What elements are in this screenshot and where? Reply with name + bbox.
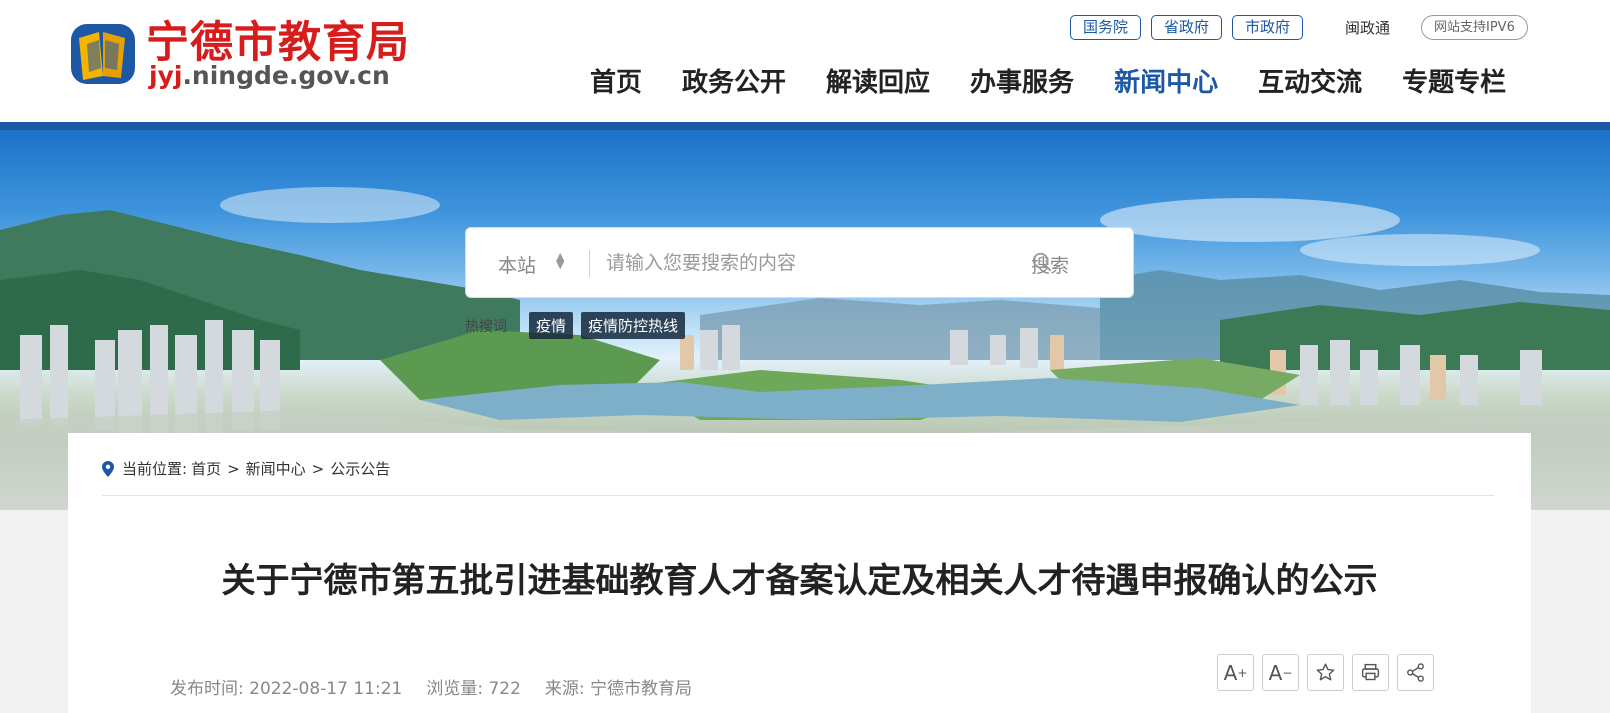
article-card: 当前位置: 首页 > 新闻中心 > 公示公告 关于宁德市第五批引进基础教育人才备…	[68, 433, 1531, 713]
nav-news-center[interactable]: 新闻中心	[1114, 62, 1218, 99]
share-icon[interactable]	[1397, 654, 1434, 691]
breadcrumb-divider	[102, 495, 1494, 496]
main-nav: 首页 政务公开 解读回应 办事服务 新闻中心 互动交流 专题专栏	[590, 62, 1506, 99]
print-icon[interactable]	[1352, 654, 1389, 691]
hot-search-label: 热搜词	[465, 318, 507, 335]
nav-interaction[interactable]: 互动交流	[1258, 62, 1362, 99]
nav-special-topics[interactable]: 专题专栏	[1402, 62, 1506, 99]
search-icon	[1032, 252, 1052, 272]
breadcrumb-home[interactable]: 首页	[191, 458, 221, 479]
breadcrumb-news-center[interactable]: 新闻中心	[246, 458, 306, 479]
font-increase-icon[interactable]: A +	[1217, 654, 1254, 691]
search-button[interactable]: 搜索	[1031, 251, 1069, 278]
site-header: 宁德市教育局 jyj.ningde.gov.cn 国务院 省政府 市政府 闽政通…	[0, 0, 1610, 122]
logo-icon[interactable]	[69, 18, 139, 88]
link-city-gov[interactable]: 市政府	[1232, 15, 1304, 40]
location-pin-icon	[102, 460, 114, 477]
star-icon[interactable]	[1307, 654, 1344, 691]
breadcrumb-prefix: 当前位置:	[122, 460, 188, 478]
article-title: 关于宁德市第五批引进基础教育人才备案认定及相关人才待遇申报确认的公示	[221, 561, 1378, 601]
article-meta: 发布时间: 2022-08-17 11:21 浏览量: 722 来源: 宁德市教…	[170, 674, 692, 699]
search-input[interactable]	[606, 246, 986, 280]
breadcrumb: 当前位置: 首页 > 新闻中心 > 公示公告	[102, 458, 390, 479]
link-mzt[interactable]: 闽政通	[1345, 17, 1390, 38]
font-decrease-icon[interactable]: A −	[1262, 654, 1299, 691]
gov-links: 国务院 省政府 市政府	[1070, 15, 1304, 40]
nav-services[interactable]: 办事服务	[970, 62, 1074, 99]
nav-interpretation[interactable]: 解读回应	[826, 62, 930, 99]
site-domain: jyj.ningde.gov.cn	[149, 61, 390, 90]
nav-gov-affairs[interactable]: 政务公开	[682, 62, 786, 99]
breadcrumb-separator: >	[311, 459, 325, 478]
hot-tag-epidemic[interactable]: 疫情	[529, 312, 574, 339]
chevron-updown-icon[interactable]: ▲ ▼	[556, 251, 564, 270]
nav-home[interactable]: 首页	[590, 62, 642, 99]
search-box: 本站 ▲▼ 搜索	[465, 227, 1134, 298]
ipv6-badge: 网站支持IPV6	[1421, 15, 1528, 40]
hot-tag-hotline[interactable]: 疫情防控热线	[581, 312, 686, 339]
link-state-council[interactable]: 国务院	[1070, 15, 1142, 40]
article-source: 来源: 宁德市教育局	[544, 679, 693, 699]
hot-search: 热搜词 疫情 疫情防控热线	[465, 312, 686, 339]
publish-time: 发布时间: 2022-08-17 11:21	[170, 679, 403, 699]
search-scope-select[interactable]: 本站	[498, 251, 536, 278]
article-tools: A + A −	[1217, 654, 1434, 691]
breadcrumb-separator: >	[227, 459, 240, 478]
breadcrumb-announcements[interactable]: 公示公告	[330, 458, 390, 479]
search-divider	[589, 250, 590, 277]
view-count: 浏览量: 722	[426, 679, 521, 699]
header-divider-bar	[0, 122, 1610, 130]
link-province-gov[interactable]: 省政府	[1151, 15, 1223, 40]
